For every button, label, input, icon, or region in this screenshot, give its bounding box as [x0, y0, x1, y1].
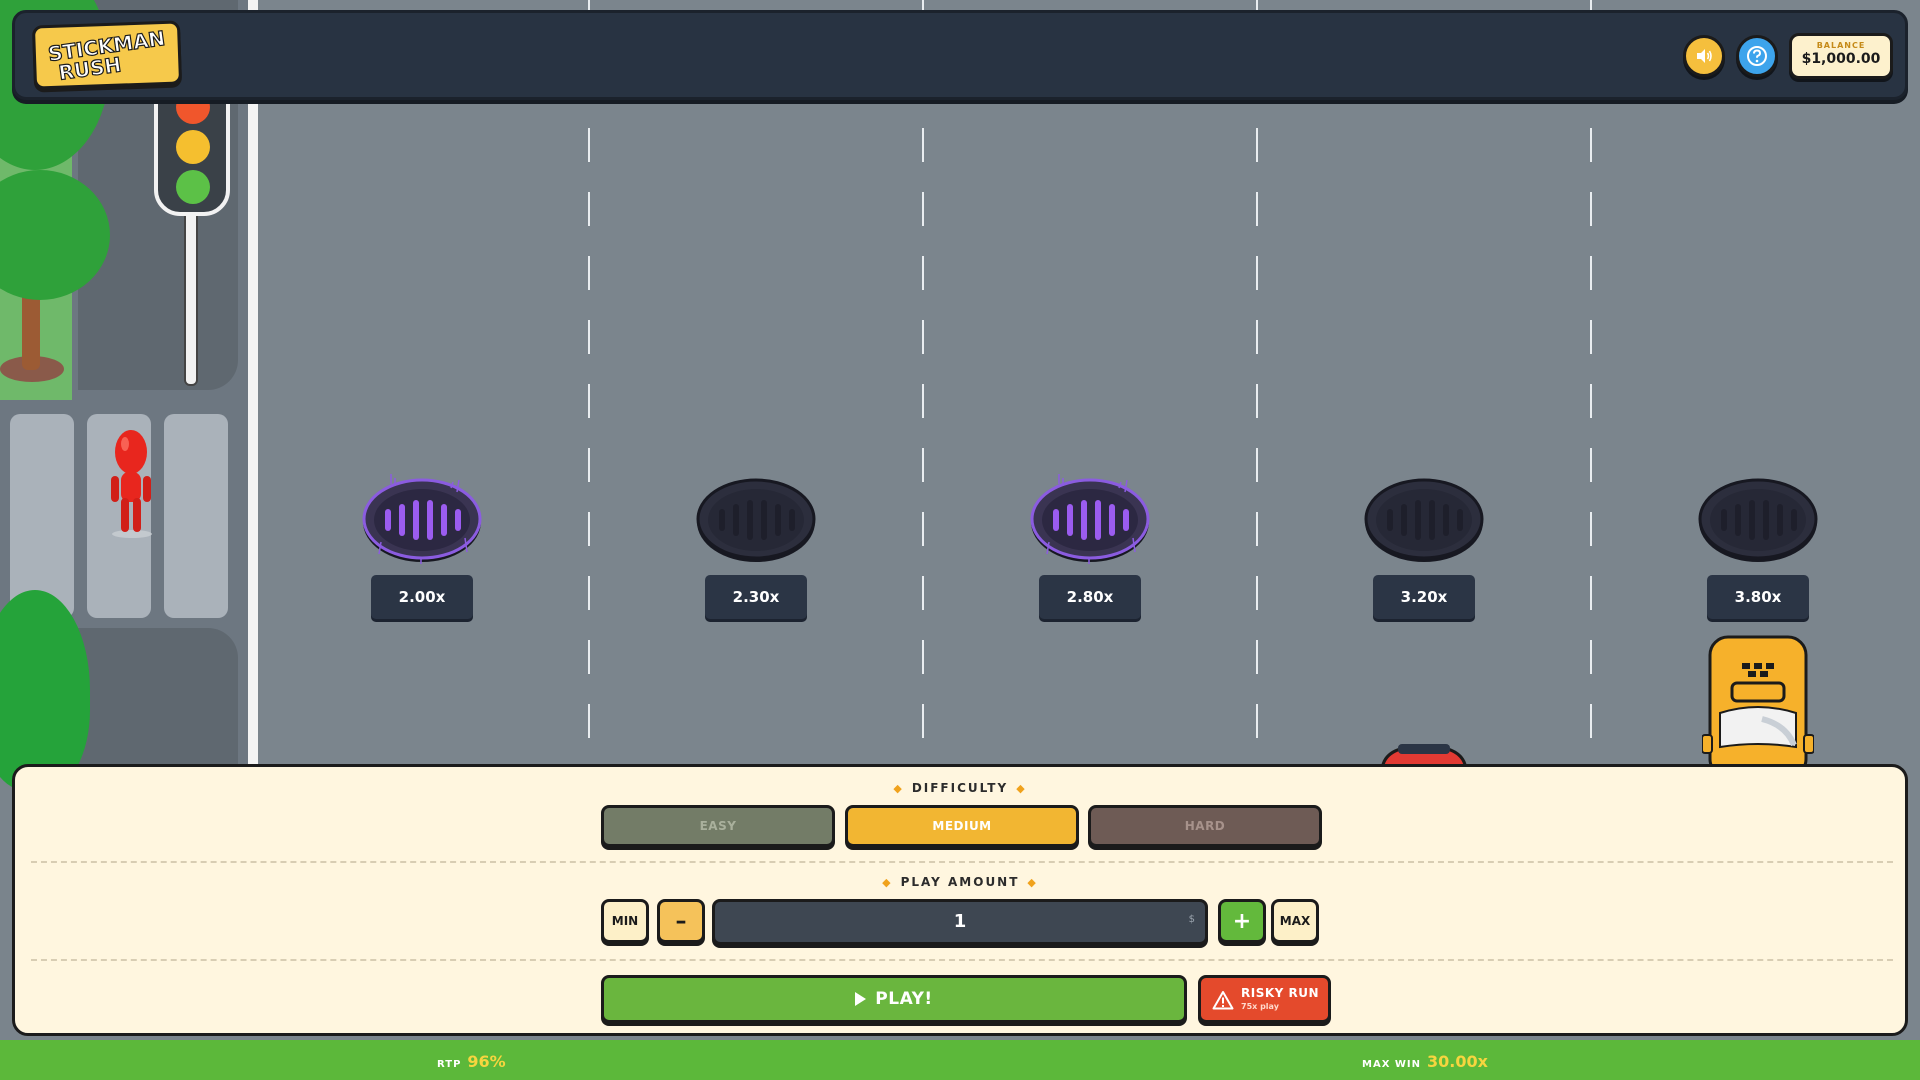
difficulty-hard-button[interactable]: HARD — [1088, 805, 1322, 847]
taxi-car-icon — [1702, 635, 1814, 775]
rtp-value: 96% — [467, 1052, 506, 1071]
manhole-icon[interactable] — [1697, 472, 1819, 564]
balance-label: BALANCE — [1816, 41, 1866, 50]
green-light-icon — [176, 170, 210, 204]
manhole-icon[interactable] — [361, 472, 483, 564]
diamond-icon: ◆ — [1016, 782, 1027, 795]
traffic-light-pole — [184, 200, 198, 386]
speaker-icon — [1697, 49, 1712, 63]
warning-icon — [1212, 991, 1234, 1010]
play-amount-title-text: PLAY AMOUNT — [900, 875, 1020, 889]
question-icon — [1747, 46, 1767, 66]
multiplier-label: 3.20x — [1373, 575, 1475, 619]
diamond-icon: ◆ — [1027, 876, 1038, 889]
lane-divider — [1590, 0, 1592, 770]
footer-bar: RTP 96% MAX WIN 30.00x — [0, 1040, 1920, 1080]
max-win-stat: MAX WIN 30.00x — [1362, 1052, 1488, 1071]
stickman-icon — [111, 430, 152, 538]
max-win-value: 30.00x — [1427, 1052, 1488, 1071]
currency-symbol: $ — [1188, 914, 1195, 925]
play-icon — [855, 992, 867, 1006]
balance-value: $1,000.00 — [1801, 51, 1881, 67]
rtp-label: RTP — [437, 1059, 462, 1070]
section-divider — [31, 959, 1893, 961]
curb-line — [248, 0, 258, 770]
rtp-stat: RTP 96% — [437, 1052, 506, 1071]
risky-run-subtitle: 75x play — [1241, 1002, 1279, 1011]
crosswalk-stripe — [10, 414, 74, 618]
min-amount-button[interactable]: MIN — [601, 899, 649, 943]
decrease-amount-button[interactable]: – — [657, 899, 705, 943]
difficulty-easy-button[interactable]: EASY — [601, 805, 835, 847]
lane-divider — [1256, 0, 1258, 770]
lane-divider — [922, 0, 924, 770]
traffic-light — [154, 80, 230, 216]
bush — [0, 590, 90, 790]
play-button[interactable]: PLAY! — [601, 975, 1187, 1023]
top-bar: STICKMAN RUSH BALANCE $1,000.00 — [12, 10, 1908, 100]
multiplier-label: 2.30x — [705, 575, 807, 619]
increase-amount-button[interactable]: + — [1218, 899, 1266, 943]
yellow-light-icon — [176, 130, 210, 164]
sound-button[interactable] — [1683, 35, 1725, 77]
play-button-label: PLAY! — [875, 989, 933, 1009]
risky-run-title: RISKY RUN — [1241, 986, 1320, 1000]
multiplier-label: 3.80x — [1707, 575, 1809, 619]
logo-text-line2: RUSH — [56, 52, 123, 86]
sidewalk — [0, 0, 248, 790]
manhole-icon[interactable] — [1029, 472, 1151, 564]
manhole-icon[interactable] — [1363, 472, 1485, 564]
difficulty-title-text: DIFFICULTY — [911, 781, 1009, 795]
game-logo: STICKMAN RUSH — [31, 20, 183, 90]
lane-divider — [588, 0, 590, 770]
help-button[interactable] — [1736, 35, 1778, 77]
manhole-icon[interactable] — [695, 472, 817, 564]
difficulty-title: ◆ DIFFICULTY ◆ — [15, 781, 1905, 795]
diamond-icon: ◆ — [893, 782, 904, 795]
section-divider — [31, 861, 1893, 863]
diamond-icon: ◆ — [882, 876, 893, 889]
play-amount-value: 1 — [953, 911, 967, 932]
max-amount-button[interactable]: MAX — [1271, 899, 1319, 943]
multiplier-label: 2.00x — [371, 575, 473, 619]
control-panel: ◆ DIFFICULTY ◆ EASY MEDIUM HARD ◆ PLAY AMOU… — [12, 764, 1908, 1036]
max-win-label: MAX WIN — [1362, 1059, 1422, 1070]
balance-display: BALANCE $1,000.00 — [1789, 33, 1893, 79]
risky-run-button[interactable]: RISKY RUN 75x play — [1198, 975, 1331, 1023]
play-amount-title: ◆ PLAY AMOUNT ◆ — [15, 875, 1905, 889]
difficulty-medium-button[interactable]: MEDIUM — [845, 805, 1079, 847]
multiplier-label: 2.80x — [1039, 575, 1141, 619]
crosswalk-stripe — [164, 414, 228, 618]
play-amount-input[interactable]: 1 $ — [712, 899, 1208, 945]
